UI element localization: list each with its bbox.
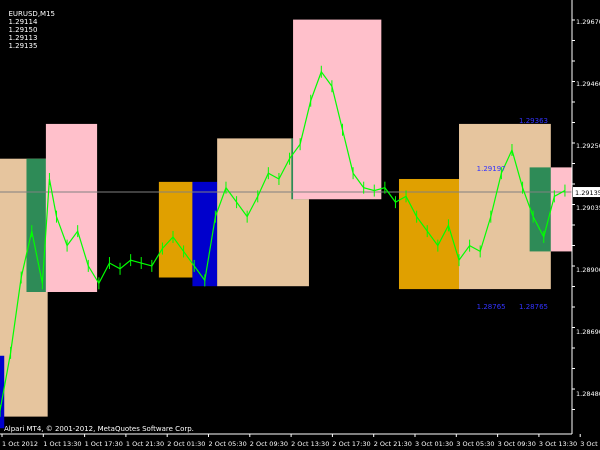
x-tick-label: 2 Oct 01:30 (167, 440, 205, 448)
y-tick-label: 1.29460 (576, 80, 600, 88)
x-tick-label: 1 Oct 17:30 (85, 440, 123, 448)
level-label: 1.29363 (519, 117, 548, 125)
y-tick-label: 1.29670 (576, 18, 600, 26)
copyright-text: Alpari MT4, © 2001-2012, MetaQuotes Soft… (4, 425, 194, 433)
low-value: 1.29113 (8, 34, 38, 42)
level-label: 1.29197 (477, 165, 506, 173)
x-tick-label: 3 Oct 05:30 (456, 440, 494, 448)
level-label: 1.28765 (519, 303, 548, 311)
open-value: 1.29114 (8, 18, 38, 26)
x-tick-label: 1 Oct 21:30 (126, 440, 164, 448)
x-tick-label: 3 Oct 13:30 (539, 440, 577, 448)
x-tick-label: 2 Oct 13:30 (291, 440, 329, 448)
current-price-label: 1.29135 (575, 189, 600, 197)
x-tick-label: 2 Oct 09:30 (250, 440, 288, 448)
price-chart[interactable]: 1.29197 1.29363 1.28765 1.28765 1.29670 1.294… (0, 0, 600, 450)
x-tick-label: 2 Oct 05:30 (209, 440, 247, 448)
range-box-12 (529, 167, 551, 252)
y-tick-label: 1.28690 (576, 328, 600, 336)
range-box-13 (550, 167, 572, 252)
symbol-label: EURUSD,M15 (8, 10, 55, 18)
x-tick-label: 2 Oct 21:30 (374, 440, 412, 448)
y-tick-label: 1.29250 (576, 142, 600, 150)
y-tick-label: 1.28480 (576, 390, 600, 398)
level-label: 1.28765 (477, 303, 506, 311)
range-box-4 (158, 181, 193, 278)
chart-header: EURUSD,M15 1.29114 1.29150 1.29113 1.291… (4, 2, 55, 50)
y-tick-label: 1.28900 (576, 266, 600, 274)
range-box-5 (192, 181, 218, 287)
y-tick-label: 1.29035 (576, 204, 600, 212)
x-tick-label: 3 Oct 01:30 (415, 440, 453, 448)
x-tick-label: 3 Oct 09:30 (498, 440, 536, 448)
x-tick-label: 2 Oct 17:30 (332, 440, 370, 448)
x-tick-label: 1 Oct 13:30 (43, 440, 81, 448)
x-tick-label: 1 Oct 2012 (2, 440, 38, 448)
close-value: 1.29135 (8, 42, 38, 50)
high-value: 1.29150 (8, 26, 38, 34)
x-tick-label: 3 Oct 17:30 (580, 440, 600, 448)
